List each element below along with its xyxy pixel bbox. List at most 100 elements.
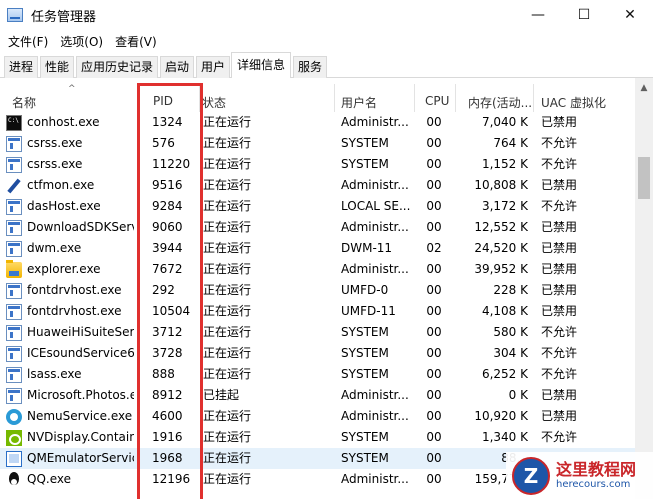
maximize-button[interactable]: ☐ bbox=[561, 0, 607, 30]
cell-cpu: 00 bbox=[426, 157, 442, 171]
cell-cpu: 00 bbox=[426, 388, 442, 402]
table-row[interactable]: NemuService.exe 4600 正在运行 Administr... 00 10,… bbox=[0, 406, 635, 427]
cell-status: 正在运行 bbox=[203, 178, 252, 192]
table-row[interactable]: fontdrvhost.exe 292 正在运行 UMFD-0 00 228 K 已禁用 bbox=[0, 280, 635, 301]
table-row[interactable]: dwm.exe 3944 正在运行 DWM-11 02 24,520 K 已禁用 bbox=[0, 238, 635, 259]
cell-pid: 3712 bbox=[152, 325, 183, 339]
cell-uac: 不允许 bbox=[541, 325, 578, 339]
table-row[interactable]: fontdrvhost.exe 10504 正在运行 UMFD-11 00 4,108 K… bbox=[0, 301, 635, 322]
cell-cpu: 00 bbox=[426, 472, 442, 486]
table-row[interactable]: conhost.exe 1324 正在运行 Administr... 00 7,040 K… bbox=[0, 112, 635, 133]
cell-pid: 8912 bbox=[152, 388, 183, 402]
watermark-url: herecours.com bbox=[556, 479, 631, 490]
process-name: fontdrvhost.exe bbox=[27, 283, 122, 297]
cell-status: 正在运行 bbox=[203, 304, 252, 318]
table-row[interactable]: explorer.exe 7672 正在运行 Administr... 00 39,952… bbox=[0, 259, 635, 280]
cell-name: lsass.exe bbox=[6, 364, 134, 385]
scroll-up-arrow-icon[interactable]: ▲ bbox=[635, 80, 653, 96]
cell-uac: 不允许 bbox=[541, 346, 578, 360]
cell-name: fontdrvhost.exe bbox=[6, 280, 134, 301]
cell-pid: 576 bbox=[152, 136, 175, 150]
cell-user: LOCAL SE... bbox=[341, 199, 411, 213]
table-row[interactable]: NVDisplay.Contain... 1916 正在运行 SYSTEM 00 1,34… bbox=[0, 427, 635, 448]
scrollbar-thumb[interactable] bbox=[638, 157, 650, 199]
cell-name: conhost.exe bbox=[6, 112, 134, 133]
process-name: csrss.exe bbox=[27, 157, 83, 171]
cell-uac: 不允许 bbox=[541, 157, 578, 171]
cell-pid: 3944 bbox=[152, 241, 183, 255]
nvidia-icon bbox=[6, 429, 22, 446]
table-row[interactable]: HuaweiHiSuiteServi... 3712 正在运行 SYSTEM 00 580… bbox=[0, 322, 635, 343]
watermark-text: 这里教程网 herecours.com bbox=[556, 460, 636, 491]
process-name: NemuService.exe bbox=[27, 409, 133, 423]
vertical-scrollbar[interactable]: ▲ bbox=[635, 78, 653, 499]
cell-status: 正在运行 bbox=[203, 241, 252, 255]
window-title: 任务管理器 bbox=[31, 9, 97, 25]
menu-view[interactable]: 查看(V) bbox=[109, 33, 163, 50]
table-row[interactable]: ctfmon.exe 9516 正在运行 Administr... 00 10,808 K… bbox=[0, 175, 635, 196]
tab-details[interactable]: 详细信息 bbox=[231, 52, 291, 79]
column-header-user[interactable]: 用户名 bbox=[329, 78, 413, 112]
cell-cpu: 00 bbox=[426, 346, 442, 360]
process-name: HuaweiHiSuiteServi... bbox=[27, 325, 134, 339]
tab-app-history[interactable]: 应用历史记录 bbox=[76, 56, 158, 78]
tab-processes[interactable]: 进程 bbox=[4, 56, 38, 78]
cell-pid: 11220 bbox=[152, 157, 191, 171]
menu-file[interactable]: 文件(F) bbox=[2, 33, 54, 50]
cell-user: SYSTEM bbox=[341, 157, 389, 171]
process-name: NVDisplay.Contain... bbox=[27, 430, 134, 444]
cell-pid: 1916 bbox=[152, 430, 183, 444]
table-row[interactable]: dasHost.exe 9284 正在运行 LOCAL SE... 00 3,172 K 不… bbox=[0, 196, 635, 217]
cell-memory: 4,108 K bbox=[481, 304, 528, 318]
column-header-status[interactable]: 状态 bbox=[190, 78, 330, 112]
cell-cpu: 00 bbox=[426, 199, 442, 213]
cell-name: csrss.exe bbox=[6, 154, 134, 175]
cell-memory: 304 K bbox=[493, 346, 528, 360]
pen-icon bbox=[6, 178, 22, 194]
column-header-uac[interactable]: UAC 虚拟化 bbox=[529, 78, 635, 112]
table-row[interactable]: lsass.exe 888 正在运行 SYSTEM 00 6,252 K 不允许 bbox=[0, 364, 635, 385]
cell-name: ICEsoundService64.... bbox=[6, 343, 134, 364]
cell-user: SYSTEM bbox=[341, 451, 389, 465]
tab-services[interactable]: 服务 bbox=[293, 56, 327, 78]
window-process-icon bbox=[6, 240, 22, 257]
cell-name: ctfmon.exe bbox=[6, 175, 134, 196]
cell-user: Administr... bbox=[341, 220, 409, 234]
cell-memory: 7,040 K bbox=[481, 115, 528, 129]
cell-user: Administr... bbox=[341, 388, 409, 402]
cell-user: SYSTEM bbox=[341, 430, 389, 444]
column-header-cpu[interactable]: CPU bbox=[413, 78, 455, 112]
close-button[interactable]: ✕ bbox=[607, 0, 653, 30]
column-header-name[interactable]: 名称 bbox=[0, 78, 138, 112]
tab-startup[interactable]: 启动 bbox=[160, 56, 194, 78]
window-process-icon bbox=[6, 156, 22, 173]
folder-icon bbox=[6, 259, 22, 278]
table-row[interactable]: DownloadSDKServ... 9060 正在运行 Administr... 00… bbox=[0, 217, 635, 238]
cell-pid: 12196 bbox=[152, 472, 191, 486]
column-header-memory[interactable]: 内存(活动... bbox=[456, 78, 532, 112]
table-row[interactable]: ICEsoundService64.... 3728 正在运行 SYSTEM 00 304… bbox=[0, 343, 635, 364]
cell-cpu: 00 bbox=[426, 262, 442, 276]
window-process-icon bbox=[6, 324, 22, 341]
column-divider[interactable] bbox=[138, 84, 139, 112]
cell-user: DWM-11 bbox=[341, 241, 393, 255]
cell-memory: 6,252 K bbox=[481, 367, 528, 381]
minimize-button[interactable]: — bbox=[515, 0, 561, 30]
table-row[interactable]: csrss.exe 11220 正在运行 SYSTEM 00 1,152 K 不允许 bbox=[0, 154, 635, 175]
cell-status: 正在运行 bbox=[203, 409, 252, 423]
cell-cpu: 00 bbox=[426, 409, 442, 423]
cell-cpu: 00 bbox=[426, 115, 442, 129]
tab-users[interactable]: 用户 bbox=[196, 56, 230, 78]
cell-user: SYSTEM bbox=[341, 136, 389, 150]
cell-user: UMFD-0 bbox=[341, 283, 389, 297]
table-row[interactable]: csrss.exe 576 正在运行 SYSTEM 00 764 K 不允许 bbox=[0, 133, 635, 154]
cell-user: UMFD-11 bbox=[341, 304, 396, 318]
cell-status: 已挂起 bbox=[203, 388, 240, 402]
cell-memory: 24,520 K bbox=[474, 241, 528, 255]
cell-user: SYSTEM bbox=[341, 325, 389, 339]
cell-cpu: 00 bbox=[426, 325, 442, 339]
menu-options[interactable]: 选项(O) bbox=[54, 33, 109, 50]
table-row[interactable]: Microsoft.Photos.e... 8912 已挂起 Administr...… bbox=[0, 385, 635, 406]
cell-memory: 228 K bbox=[493, 283, 528, 297]
tab-performance[interactable]: 性能 bbox=[40, 56, 74, 78]
